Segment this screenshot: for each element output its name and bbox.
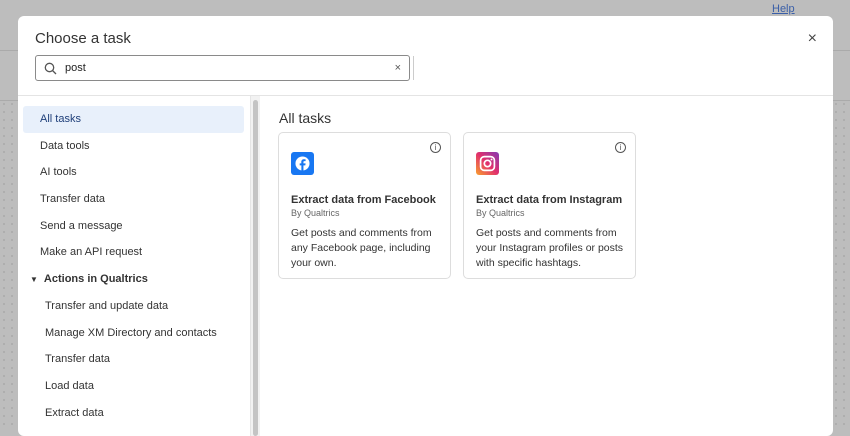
close-button[interactable]: × <box>808 30 817 48</box>
choose-task-dialog: Choose a task × × All tasks Data tools A… <box>18 16 833 436</box>
card-title: Extract data from Instagram <box>476 194 623 206</box>
search-icon <box>44 62 57 74</box>
sidebar-item-transfer-data[interactable]: Transfer data <box>23 186 244 213</box>
task-card-instagram[interactable]: i Extract data from Instagram By Qualtri… <box>463 132 636 279</box>
background-pattern <box>0 100 18 425</box>
sidebar-item-data-tools[interactable]: Data tools <box>23 133 244 160</box>
results-title: All tasks <box>279 110 332 126</box>
sidebar-item-load-data[interactable]: Load data <box>23 373 244 400</box>
background-help-link: Help <box>772 3 795 15</box>
info-icon[interactable]: i <box>615 142 626 153</box>
sidebar-group-actions-in-qualtrics[interactable]: ▼ Actions in Qualtrics <box>23 266 244 293</box>
background-pattern <box>832 100 850 425</box>
group-label: Actions in Qualtrics <box>43 273 148 286</box>
facebook-icon <box>291 152 314 175</box>
card-title: Extract data from Facebook <box>291 194 436 206</box>
sidebar-item-api-request[interactable]: Make an API request <box>23 239 244 266</box>
sidebar-item-ai-tools[interactable]: AI tools <box>23 159 244 186</box>
sidebar-item-manage-xm-directory[interactable]: Manage XM Directory and contacts <box>23 320 244 347</box>
task-card-facebook[interactable]: i Extract data from Facebook By Qualtric… <box>278 132 451 279</box>
task-category-sidebar: All tasks Data tools AI tools Transfer d… <box>18 96 250 436</box>
divider <box>413 56 414 80</box>
instagram-icon <box>476 152 499 175</box>
search-field[interactable]: × <box>35 55 410 81</box>
sidebar-item-all-tasks[interactable]: All tasks <box>23 106 244 133</box>
sidebar-scrollbar[interactable] <box>250 96 260 436</box>
clear-search-button[interactable]: × <box>395 62 401 74</box>
dialog-title: Choose a task <box>35 30 131 47</box>
sidebar-item-extract-data[interactable]: Extract data <box>23 400 244 427</box>
search-input[interactable] <box>65 62 395 74</box>
card-description: Get posts and comments from any Facebook… <box>291 227 432 269</box>
sidebar-item-send-message[interactable]: Send a message <box>23 213 244 240</box>
card-author: By Qualtrics <box>291 208 340 218</box>
sidebar-item-transfer-data-sub[interactable]: Transfer data <box>23 346 244 373</box>
card-description: Get posts and comments from your Instagr… <box>476 227 624 269</box>
caret-down-icon: ▼ <box>30 275 38 285</box>
task-results: All tasks i Extract data from Facebook B… <box>261 96 833 436</box>
card-author: By Qualtrics <box>476 208 525 218</box>
info-icon[interactable]: i <box>430 142 441 153</box>
scrollbar-thumb[interactable] <box>253 100 258 436</box>
sidebar-item-transfer-update-data[interactable]: Transfer and update data <box>23 293 244 320</box>
